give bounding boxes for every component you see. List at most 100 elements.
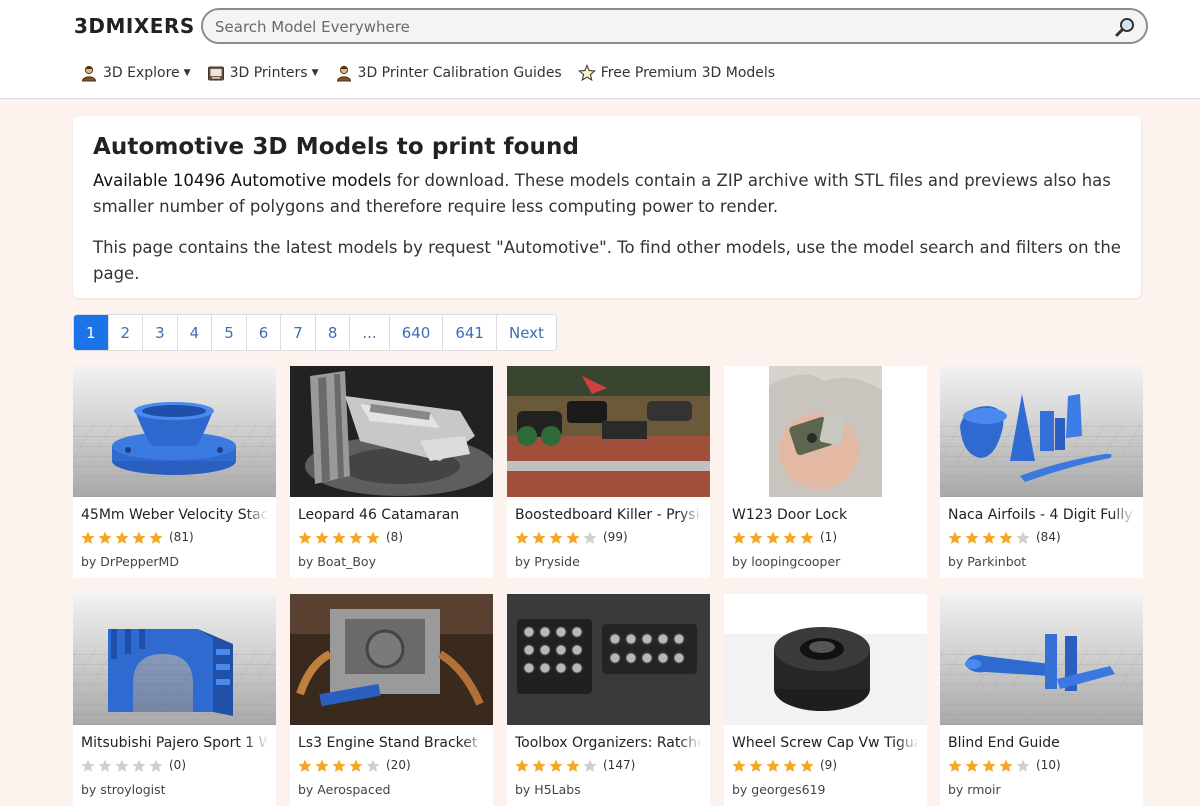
star-empty-icon: [132, 758, 146, 772]
star-filled-icon: [332, 758, 346, 772]
model-title[interactable]: Boostedboard Killer - Prysic: [515, 507, 702, 523]
model-card[interactable]: Ls3 Engine Stand Bracket (20) by Aerospace…: [290, 594, 493, 806]
model-author[interactable]: by Pryside: [515, 554, 580, 569]
star-filled-icon: [315, 530, 329, 544]
pagination-page[interactable]: 641: [443, 315, 497, 350]
model-title[interactable]: Blind End Guide: [948, 735, 1135, 751]
model-card[interactable]: Leopard 46 Catamaran (8) by Boat_Boy: [290, 366, 493, 578]
pagination-next[interactable]: Next: [496, 315, 556, 350]
star-filled-icon: [948, 758, 962, 772]
model-author[interactable]: by Aerospaced: [298, 782, 390, 797]
star-filled-icon: [800, 530, 814, 544]
model-thumbnail[interactable]: [507, 366, 710, 497]
model-card[interactable]: Wheel Screw Cap Vw Tiguan (9) by georges61…: [724, 594, 927, 806]
caret-down-icon: ▼: [311, 68, 319, 78]
model-title[interactable]: Wheel Screw Cap Vw Tiguan: [732, 735, 919, 751]
star-rating: (1): [732, 530, 837, 544]
star-filled-icon: [332, 530, 346, 544]
model-card[interactable]: Naca Airfoils - 4 Digit Fully P (84) by Pa…: [940, 366, 1143, 578]
model-author[interactable]: by H5Labs: [515, 782, 581, 797]
star-rating: (0): [81, 758, 186, 772]
pagination-page[interactable]: 1: [74, 315, 109, 350]
nav-item-3d-explore[interactable]: 3D Explore ▼: [80, 64, 191, 82]
pagination-page[interactable]: 2: [108, 315, 144, 350]
rating-count: (10): [1036, 758, 1061, 772]
model-title[interactable]: W123 Door Lock: [732, 507, 919, 523]
model-title[interactable]: Mitsubishi Pajero Sport 1 W: [81, 735, 268, 751]
rating-count: (1): [820, 530, 837, 544]
user-icon: [80, 64, 98, 82]
star-filled-icon: [98, 530, 112, 544]
model-thumbnail[interactable]: [724, 594, 927, 725]
star-rating: (8): [298, 530, 403, 544]
model-thumbnail[interactable]: [940, 366, 1143, 497]
main-nav: 3D Explore ▼ 3D Printers ▼ 3D Printer Calibr…: [80, 60, 791, 86]
star-filled-icon: [298, 758, 312, 772]
model-author[interactable]: by georges619: [732, 782, 826, 797]
model-thumbnail[interactable]: [73, 594, 276, 725]
pagination-page[interactable]: 4: [177, 315, 213, 350]
nav-item-3d-printer-calibration-guides[interactable]: 3D Printer Calibration Guides: [335, 64, 562, 82]
model-card[interactable]: Mitsubishi Pajero Sport 1 W (0) by stroylo…: [73, 594, 276, 806]
star-filled-icon: [549, 758, 563, 772]
star-empty-icon: [583, 758, 597, 772]
star-rating: (84): [948, 530, 1061, 544]
star-filled-icon: [532, 758, 546, 772]
model-author[interactable]: by stroylogist: [81, 782, 166, 797]
model-count-text: Available 10496 Automotive models: [93, 171, 392, 190]
pagination-page[interactable]: 8: [315, 315, 351, 350]
star-empty-icon: [115, 758, 129, 772]
star-filled-icon: [783, 530, 797, 544]
search-input[interactable]: [215, 16, 1095, 38]
star-filled-icon: [566, 530, 580, 544]
model-card[interactable]: 45Mm Weber Velocity Stack (81) by DrPepper…: [73, 366, 276, 578]
model-title[interactable]: Ls3 Engine Stand Bracket: [298, 735, 485, 751]
star-filled-icon: [749, 530, 763, 544]
nav-item-free-premium-3d-models[interactable]: Free Premium 3D Models: [577, 64, 775, 82]
model-card[interactable]: Toolbox Organizers: Ratche (147) by H5Labs: [507, 594, 710, 806]
star-filled-icon: [732, 530, 746, 544]
model-thumbnail[interactable]: [507, 594, 710, 725]
star-rating: (147): [515, 758, 635, 772]
model-card[interactable]: Boostedboard Killer - Prysic (99) by Prysi…: [507, 366, 710, 578]
model-author[interactable]: by Boat_Boy: [298, 554, 376, 569]
nav-item-3d-printers[interactable]: 3D Printers ▼: [207, 64, 319, 82]
model-thumbnail[interactable]: [940, 594, 1143, 725]
intro-panel: Automotive 3D Models to print found Avai…: [73, 116, 1141, 298]
model-thumbnail[interactable]: [290, 594, 493, 725]
star-rating: (20): [298, 758, 411, 772]
model-title[interactable]: Leopard 46 Catamaran: [298, 507, 485, 523]
pagination-page[interactable]: 5: [212, 315, 247, 350]
model-author[interactable]: by Parkinbot: [948, 554, 1026, 569]
star-rating: (99): [515, 530, 628, 544]
model-author[interactable]: by DrPepperMD: [81, 554, 179, 569]
model-card[interactable]: Blind End Guide (10) by rmoir: [940, 594, 1143, 806]
model-title[interactable]: Toolbox Organizers: Ratche: [515, 735, 702, 751]
model-thumbnail[interactable]: [724, 366, 927, 497]
star-rating: (9): [732, 758, 837, 772]
model-title[interactable]: 45Mm Weber Velocity Stack: [81, 507, 268, 523]
star-filled-icon: [965, 530, 979, 544]
site-logo[interactable]: 3DMIXERS: [74, 14, 195, 38]
pagination-page[interactable]: 640: [389, 315, 444, 350]
model-author[interactable]: by rmoir: [948, 782, 1001, 797]
star-filled-icon: [965, 758, 979, 772]
star-empty-icon: [366, 758, 380, 772]
model-author[interactable]: by loopingcooper: [732, 554, 840, 569]
pagination-page[interactable]: 7: [281, 315, 316, 350]
model-thumbnail[interactable]: [290, 366, 493, 497]
star-filled-icon: [149, 530, 163, 544]
search-icon[interactable]: [1114, 16, 1136, 38]
star-empty-icon: [81, 758, 95, 772]
user-icon: [335, 64, 353, 82]
pagination-page[interactable]: 3: [143, 315, 178, 350]
star-filled-icon: [948, 530, 962, 544]
pagination-page[interactable]: 6: [246, 315, 282, 350]
model-title[interactable]: Naca Airfoils - 4 Digit Fully P: [948, 507, 1135, 523]
model-card[interactable]: W123 Door Lock (1) by loopingcooper: [724, 366, 927, 578]
star-filled-icon: [515, 530, 529, 544]
pagination: 1 2 3 4 5 6 7 8... 640 641 Next: [73, 314, 557, 351]
star-empty-icon: [1016, 758, 1030, 772]
star-filled-icon: [349, 758, 363, 772]
model-thumbnail[interactable]: [73, 366, 276, 497]
